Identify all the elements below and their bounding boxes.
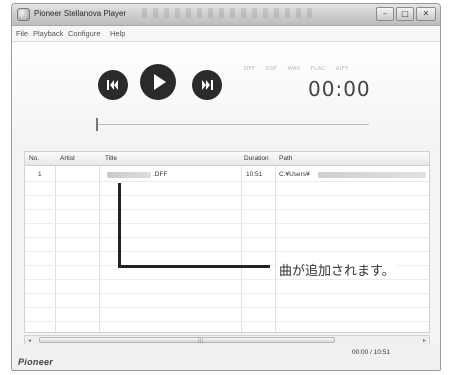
window-title: Pioneer Stellanova Player bbox=[34, 9, 127, 18]
format-aiff: AIFF bbox=[335, 66, 349, 72]
minimize-button[interactable]: – bbox=[376, 7, 394, 21]
callout-line bbox=[118, 183, 121, 267]
skip-previous-icon bbox=[107, 80, 118, 90]
column-divider bbox=[241, 152, 242, 332]
row-divider bbox=[25, 237, 429, 238]
cell-title: .DFF bbox=[153, 171, 168, 178]
time-display: 00:00 bbox=[308, 77, 371, 101]
cell-duration: 10:51 bbox=[246, 171, 263, 178]
player-window: Pioneer Stellanova Player – □ ✕ File Pla… bbox=[11, 3, 441, 371]
cell-path: C:¥Users¥ bbox=[279, 171, 310, 178]
app-icon bbox=[17, 8, 30, 21]
row-divider bbox=[25, 279, 429, 280]
format-indicators: DFF DSF WAV FLAC AIFF bbox=[244, 66, 357, 72]
column-divider bbox=[275, 152, 276, 332]
column-header-title[interactable]: Title bbox=[105, 155, 117, 162]
play-icon bbox=[154, 74, 166, 90]
row-divider bbox=[25, 181, 429, 182]
format-wav: WAV bbox=[287, 66, 301, 72]
callout-label: 曲が追加されます。 bbox=[277, 260, 397, 279]
play-button[interactable] bbox=[140, 64, 176, 100]
column-header-duration[interactable]: Duration bbox=[244, 155, 269, 162]
page: Pioneer Stellanova Player – □ ✕ File Pla… bbox=[0, 0, 451, 375]
menu-file[interactable]: File bbox=[16, 29, 28, 38]
menu-playback[interactable]: Playback bbox=[33, 29, 63, 38]
next-track-button[interactable] bbox=[192, 70, 222, 100]
column-header-artist[interactable]: Artist bbox=[60, 155, 75, 162]
row-divider bbox=[25, 223, 429, 224]
callout-line bbox=[118, 265, 270, 268]
title-bar: Pioneer Stellanova Player – □ ✕ bbox=[12, 4, 440, 26]
scroll-thumb[interactable]: ||| bbox=[39, 337, 335, 344]
row-divider bbox=[25, 251, 429, 252]
seek-handle[interactable] bbox=[96, 118, 98, 131]
skip-next-icon bbox=[202, 80, 213, 90]
elapsed-total-time: 00:00 / 10:51 bbox=[352, 349, 390, 356]
row-divider bbox=[25, 293, 429, 294]
scroll-left-icon[interactable]: ◂ bbox=[28, 337, 31, 344]
brand-logo: Pioneer bbox=[18, 357, 54, 367]
blurred-path bbox=[318, 172, 426, 178]
column-header-no[interactable]: No. bbox=[29, 155, 39, 162]
playlist-header: No. Artist Title Duration Path bbox=[25, 152, 429, 166]
row-divider bbox=[25, 321, 429, 322]
close-button[interactable]: ✕ bbox=[416, 7, 436, 21]
seek-bar[interactable] bbox=[98, 124, 369, 125]
row-divider bbox=[25, 195, 429, 196]
format-dsf: DSF bbox=[265, 66, 278, 72]
previous-track-button[interactable] bbox=[98, 70, 128, 100]
format-dff: DFF bbox=[244, 66, 256, 72]
menu-help[interactable]: Help bbox=[110, 29, 125, 38]
row-divider bbox=[25, 209, 429, 210]
titlebar-texture bbox=[142, 8, 312, 18]
maximize-button[interactable]: □ bbox=[396, 7, 414, 21]
player-panel: DFF DSF WAV FLAC AIFF 00:00 bbox=[12, 42, 440, 148]
column-header-path[interactable]: Path bbox=[279, 155, 292, 162]
column-divider bbox=[55, 152, 56, 332]
menu-bar: File Playback Configure Help bbox=[12, 26, 440, 42]
playlist-table: No. Artist Title Duration Path 1 .DFF 10… bbox=[24, 151, 430, 333]
cell-no: 1 bbox=[38, 171, 42, 178]
menu-configure[interactable]: Configure bbox=[68, 29, 101, 38]
format-flac: FLAC bbox=[310, 66, 326, 72]
blurred-title bbox=[107, 172, 151, 178]
scroll-right-icon[interactable]: ▸ bbox=[423, 337, 426, 344]
column-divider bbox=[99, 152, 100, 332]
row-divider bbox=[25, 307, 429, 308]
